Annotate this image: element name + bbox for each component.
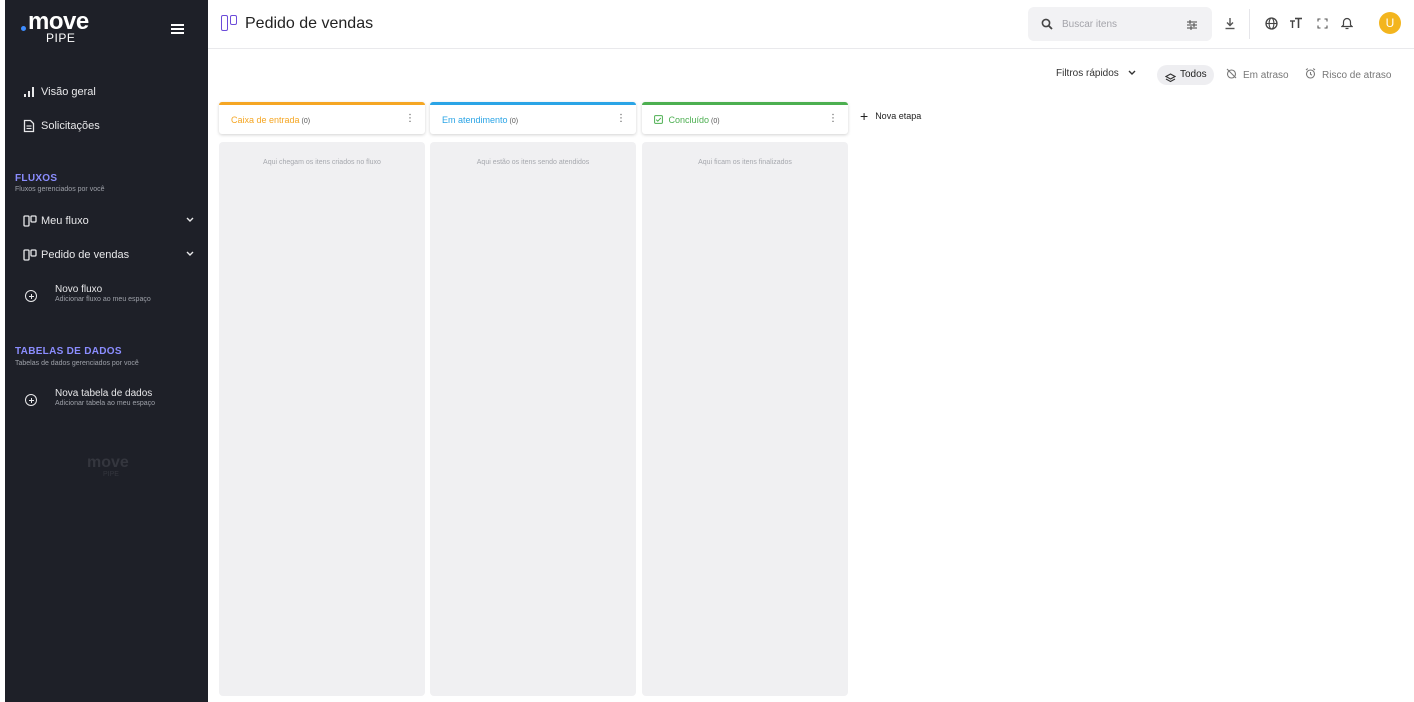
page-title: Pedido de vendas (245, 15, 374, 32)
column-header[interactable]: Em atendimento (0) ⋮ (430, 102, 636, 134)
kanban-icon (221, 15, 239, 31)
text-size-icon[interactable] (1288, 15, 1304, 31)
board-column-em-atendimento: Em atendimento (0) ⋮ Aqui estão os itens … (430, 102, 636, 696)
kanban-icon (15, 249, 41, 261)
column-count: (0) (509, 118, 519, 125)
filter-late-label: Em atraso (1243, 69, 1289, 81)
globe-icon[interactable] (1263, 15, 1279, 31)
document-icon (15, 119, 41, 133)
add-circle-icon (25, 394, 37, 406)
new-table-button[interactable]: Nova tabela de dados Adicionar tabela ao… (15, 388, 200, 414)
sidebar-item-label: Meu fluxo (41, 215, 89, 227)
more-options-icon[interactable]: ⋮ (616, 113, 626, 124)
divider (1249, 9, 1250, 39)
column-body: Aqui chegam os itens criados no fluxo (219, 142, 425, 696)
board-column-caixa-de-entrada: Caixa de entrada (0) ⋮ Aqui chegam os ite… (219, 102, 425, 696)
bell-icon[interactable] (1339, 15, 1355, 31)
section-subtitle-fluxos: Fluxos gerenciados por você (15, 186, 105, 193)
filter-risk-label: Risco de atraso (1322, 69, 1392, 81)
chevron-down-icon[interactable] (186, 215, 194, 226)
sidebar-item-pedido-de-vendas[interactable]: Pedido de vendas (15, 243, 200, 267)
sidebar-item-meu-fluxo[interactable]: Meu fluxo (15, 209, 200, 233)
column-body: Aqui estão os itens sendo atendidos (430, 142, 636, 696)
quick-filters-dropdown[interactable]: Filtros rápidos (1056, 68, 1136, 79)
add-circle-icon (25, 290, 37, 302)
more-options-icon[interactable]: ⋮ (828, 113, 838, 124)
sidebar-item-visao-geral[interactable]: Visão geral (15, 80, 200, 104)
brand-dot (21, 26, 26, 31)
sidebar-item-solicitacoes[interactable]: Solicitações (15, 114, 200, 138)
avatar[interactable]: U (1379, 12, 1401, 34)
column-header[interactable]: Concluído (0) ⋮ (642, 102, 848, 134)
new-table-title: Nova tabela de dados (55, 388, 153, 399)
watermark-logo: move PIPE (87, 454, 129, 479)
column-title: Em atendimento (442, 115, 508, 125)
column-count: (0) (711, 118, 720, 125)
new-flow-button[interactable]: Novo fluxo Adicionar fluxo ao meu espaço (15, 284, 200, 310)
column-count: (0) (301, 118, 311, 125)
search-icon (1041, 17, 1053, 30)
sidebar-item-label: Visão geral (41, 86, 96, 98)
section-title-tabelas: TABELAS DE DADOS (15, 346, 122, 357)
search-input[interactable] (1062, 16, 1162, 32)
column-title: Caixa de entrada (231, 115, 300, 125)
top-bar: Pedido de vendas U (208, 0, 1414, 49)
column-header[interactable]: Caixa de entrada (0) ⋮ (219, 102, 425, 134)
search-box (1028, 7, 1212, 41)
filter-all-label: Todos (1180, 69, 1207, 80)
layers-icon (1164, 70, 1177, 88)
column-empty-text: Aqui chegam os itens criados no fluxo (263, 159, 381, 166)
more-options-icon[interactable]: ⋮ (405, 113, 415, 124)
alarm-off-icon (1226, 68, 1237, 82)
download-icon[interactable] (1222, 15, 1238, 31)
column-empty-text: Aqui ficam os itens finalizados (698, 159, 792, 166)
section-subtitle-tabelas: Tabelas de dados gerenciados por você (15, 360, 139, 367)
filter-risk-button[interactable]: Risco de atraso (1305, 68, 1391, 82)
quick-filters-label: Filtros rápidos (1056, 68, 1119, 79)
sidebar-item-label: Solicitações (41, 120, 100, 132)
filter-all-button[interactable]: Todos (1157, 65, 1214, 85)
brand-logo[interactable]: move PIPE (21, 10, 91, 44)
plus-icon: + (860, 108, 869, 124)
new-stage-label: Nova etapa (875, 111, 922, 121)
board-column-concluido: Concluído (0) ⋮ Aqui ficam os itens final… (642, 102, 848, 696)
chevron-down-icon (1128, 68, 1136, 79)
new-flow-title: Novo fluxo (55, 284, 103, 295)
sidebar: move PIPE Visão geral Solicitações FLUXO… (5, 0, 208, 702)
section-title-fluxos: FLUXOS (15, 173, 58, 184)
column-title: Concluído (668, 115, 710, 125)
new-stage-button[interactable]: + Nova etapa (860, 108, 922, 124)
filter-late-button[interactable]: Em atraso (1226, 68, 1289, 82)
column-body: Aqui ficam os itens finalizados (642, 142, 848, 696)
fullscreen-icon[interactable] (1314, 15, 1330, 31)
column-empty-text: Aqui estão os itens sendo atendidos (476, 159, 590, 166)
new-table-subtitle: Adicionar tabela ao meu espaço (55, 400, 156, 407)
menu-toggle-icon[interactable] (171, 24, 184, 34)
kanban-icon (15, 215, 41, 227)
bar-chart-icon (15, 86, 41, 98)
filter-settings-icon[interactable] (1186, 18, 1198, 36)
sidebar-item-label: Pedido de vendas (41, 249, 130, 261)
chevron-down-icon[interactable] (186, 249, 194, 260)
alarm-icon (1305, 68, 1316, 82)
brand-sub: PIPE (46, 31, 76, 45)
new-flow-subtitle: Adicionar fluxo ao meu espaço (55, 296, 151, 303)
check-square-icon (654, 115, 666, 126)
